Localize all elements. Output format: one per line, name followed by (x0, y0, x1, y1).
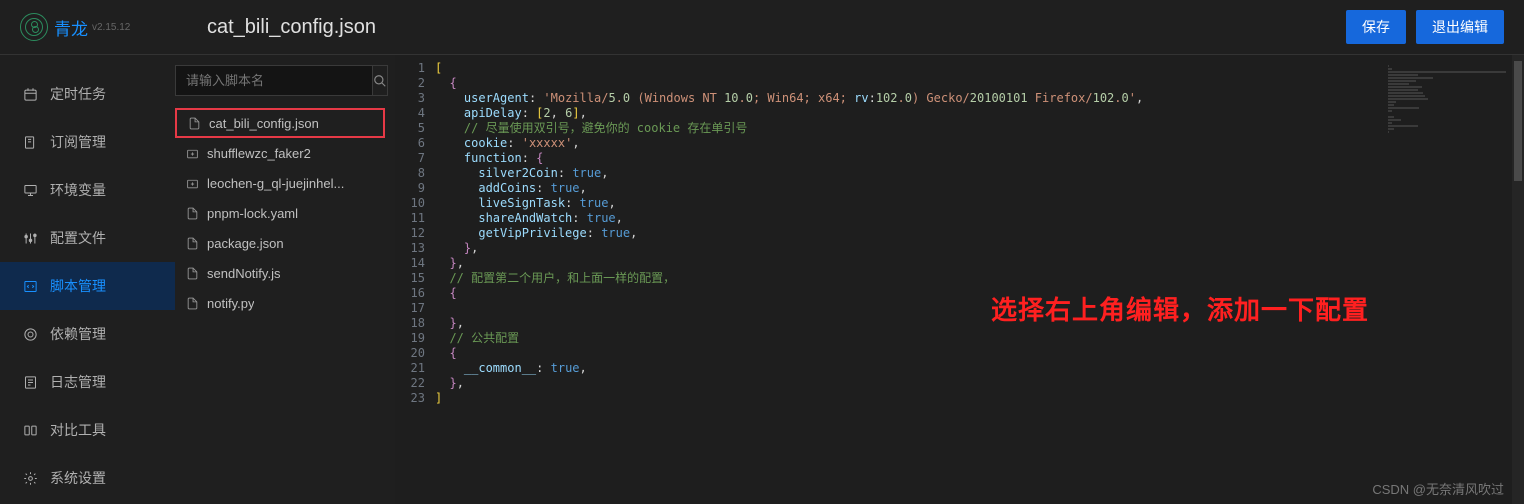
sidebar-item-4[interactable]: 脚本管理 (0, 262, 175, 310)
sidebar-item-8[interactable]: 系统设置 (0, 454, 175, 502)
sidebar-item-label: 日志管理 (50, 372, 106, 392)
code-icon (22, 279, 38, 294)
scrollbar-vertical[interactable] (1512, 55, 1524, 504)
sliders-icon (22, 231, 38, 246)
line-gutter: 1234567891011121314151617181920212223 (395, 55, 435, 504)
file-item[interactable]: shufflewzc_faker2 (175, 138, 385, 168)
file-label: sendNotify.js (207, 266, 280, 281)
file-label: shufflewzc_faker2 (207, 146, 311, 161)
logo-section: 青龙 v2.15.12 (20, 13, 185, 41)
gear-icon (22, 471, 38, 486)
sidebar-item-6[interactable]: 日志管理 (0, 358, 175, 406)
file-label: pnpm-lock.yaml (207, 206, 298, 221)
annotation-overlay: 选择右上角编辑，添加一下配置 (991, 290, 1369, 327)
package-icon (22, 327, 38, 342)
header: 青龙 v2.15.12 cat_bili_config.json 保存 退出编辑 (0, 0, 1524, 55)
save-button[interactable]: 保存 (1346, 10, 1406, 44)
file-panel: cat_bili_config.json shufflewzc_faker2leo… (175, 55, 385, 504)
file-label: package.json (207, 236, 284, 251)
log-icon (22, 375, 38, 390)
file-item[interactable]: leochen-g_ql-juejinhel... (175, 168, 385, 198)
sidebar-item-label: 配置文件 (50, 228, 106, 248)
code-content[interactable]: [ { userAgent: 'Mozilla/5.0 (Windows NT … (435, 55, 1382, 504)
sidebar-item-2[interactable]: 环境变量 (0, 166, 175, 214)
sidebar-item-7[interactable]: 对比工具 (0, 406, 175, 454)
file-label: notify.py (207, 296, 254, 311)
search-icon (373, 74, 387, 88)
sidebar-item-label: 对比工具 (50, 420, 106, 440)
sidebar-item-label: 脚本管理 (50, 276, 106, 296)
folder-icon (183, 147, 201, 160)
sidebar-item-label: 订阅管理 (50, 132, 106, 152)
minimap[interactable] (1382, 55, 1512, 504)
monitor-icon (22, 183, 38, 198)
file-item[interactable]: notify.py (175, 288, 385, 318)
file-list: cat_bili_config.json shufflewzc_faker2leo… (175, 108, 385, 318)
search-input[interactable] (175, 65, 373, 96)
file-item[interactable]: sendNotify.js (175, 258, 385, 288)
file-item[interactable]: pnpm-lock.yaml (175, 198, 385, 228)
sidebar-item-3[interactable]: 配置文件 (0, 214, 175, 262)
file-icon (183, 207, 201, 220)
code-editor[interactable]: 1234567891011121314151617181920212223 [ … (395, 55, 1524, 504)
page-title: cat_bili_config.json (207, 16, 376, 39)
sidebar-item-0[interactable]: 定时任务 (0, 70, 175, 118)
search-box (175, 65, 385, 96)
file-label: cat_bili_config.json (209, 116, 319, 131)
file-item[interactable]: package.json (175, 228, 385, 258)
sidebar-item-label: 定时任务 (50, 84, 106, 104)
folder-icon (183, 177, 201, 190)
sidebar-item-5[interactable]: 依赖管理 (0, 310, 175, 358)
file-icon (183, 237, 201, 250)
watermark: CSDN @无奈清风吹过 (1372, 479, 1504, 498)
file-icon (185, 117, 203, 130)
file-icon (183, 297, 201, 310)
logo-icon (20, 13, 48, 41)
file-icon (183, 267, 201, 280)
diff-icon (22, 423, 38, 438)
sidebar-item-label: 环境变量 (50, 180, 106, 200)
bookmark-icon (22, 135, 38, 150)
sidebar-item-label: 依赖管理 (50, 324, 106, 344)
sidebar: 定时任务订阅管理环境变量配置文件脚本管理依赖管理日志管理对比工具系统设置 (0, 55, 175, 504)
file-item[interactable]: cat_bili_config.json (175, 108, 385, 138)
header-actions: 保存 退出编辑 (1346, 10, 1504, 44)
brand-name: 青龙 (54, 15, 88, 40)
clock-icon (22, 87, 38, 102)
exit-edit-button[interactable]: 退出编辑 (1416, 10, 1504, 44)
search-button[interactable] (373, 65, 388, 96)
version-label: v2.15.12 (92, 22, 130, 33)
sidebar-item-label: 系统设置 (50, 468, 106, 488)
scroll-thumb[interactable] (1514, 61, 1522, 181)
file-label: leochen-g_ql-juejinhel... (207, 176, 344, 191)
sidebar-item-1[interactable]: 订阅管理 (0, 118, 175, 166)
